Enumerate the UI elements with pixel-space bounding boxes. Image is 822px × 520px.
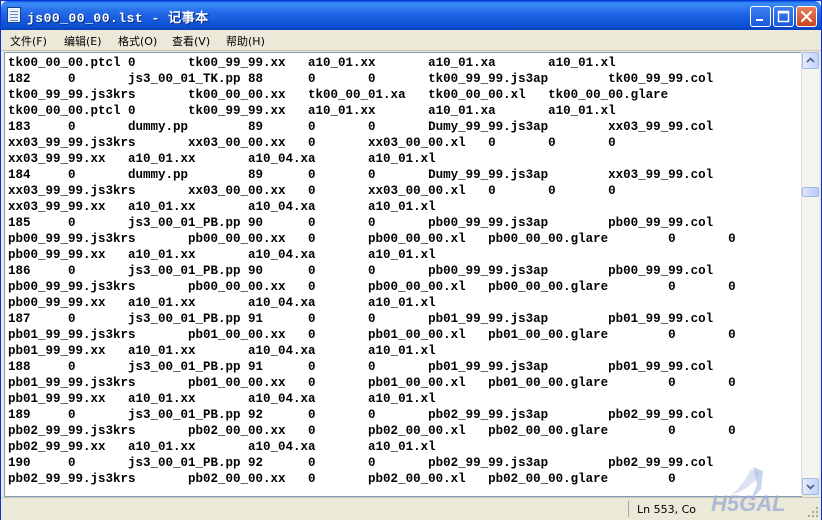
svg-text:H5GAL: H5GAL: [711, 491, 786, 516]
close-button[interactable]: [796, 6, 817, 27]
text-line: pb01_99_99.js3krs pb01_00_00.xx 0 pb01_0…: [8, 376, 736, 390]
text-line: xx03_99_99.xx a10_01.xx a10_04.xa a10_01…: [8, 200, 436, 214]
text-line: 188 0 js3_00_01_PB.pp 91 0 0 pb01_99_99.…: [8, 360, 714, 374]
minimize-icon: [756, 19, 763, 21]
text-line: pb02_99_99.xx a10_01.xx a10_04.xa a10_01…: [8, 440, 436, 454]
status-separator: [628, 501, 629, 517]
menu-edit[interactable]: 编辑(E): [64, 33, 102, 49]
maximize-icon: [777, 10, 790, 23]
scroll-down-arrow-icon: [806, 484, 815, 490]
notepad-icon[interactable]: [7, 7, 21, 23]
menu-help[interactable]: 帮助(H): [226, 33, 265, 49]
text-line: 189 0 js3_00_01_PB.pp 92 0 0 pb02_99_99.…: [8, 408, 714, 422]
text-line: 184 0 dummy.pp 89 0 0 Dumy_99_99.js3ap x…: [8, 168, 714, 182]
text-line: xx03_99_99.js3krs xx03_00_00.xx 0 xx03_0…: [8, 184, 616, 198]
text-line: pb00_99_99.js3krs pb00_00_00.xx 0 pb00_0…: [8, 232, 736, 246]
text-line: pb01_99_99.xx a10_01.xx a10_04.xa a10_01…: [8, 392, 436, 406]
window-title: js00_00_00.lst - 记事本: [27, 11, 209, 26]
text-line: tk00_00_00.ptcl 0 tk00_99_99.xx a10_01.x…: [8, 104, 616, 118]
text-line: pb00_99_99.xx a10_01.xx a10_04.xa a10_01…: [8, 296, 436, 310]
text-editor[interactable]: tk00_00_00.ptcl 0 tk00_99_99.xx a10_01.x…: [4, 52, 802, 497]
text-line: 190 0 js3_00_01_PB.pp 92 0 0 pb02_99_99.…: [8, 456, 714, 470]
text-line: pb01_99_99.js3krs pb01_00_00.xx 0 pb01_0…: [8, 328, 736, 342]
text-line: xx03_99_99.xx a10_01.xx a10_04.xa a10_01…: [8, 152, 436, 166]
close-icon: [800, 10, 813, 23]
menu-bar: 文件(F) 编辑(E) 格式(O) 查看(V) 帮助(H): [1, 30, 821, 51]
text-line: pb01_99_99.xx a10_01.xx a10_04.xa a10_01…: [8, 344, 436, 358]
minimize-button[interactable]: [750, 6, 771, 27]
text-line: 187 0 js3_00_01_PB.pp 91 0 0 pb01_99_99.…: [8, 312, 714, 326]
scroll-up-button[interactable]: [802, 52, 819, 69]
watermark-logo: H5GAL: [711, 467, 786, 516]
menu-file[interactable]: 文件(F): [10, 33, 47, 49]
text-line: pb00_99_99.js3krs pb00_00_00.xx 0 pb00_0…: [8, 280, 736, 294]
text-line: xx03_99_99.js3krs xx03_00_00.xx 0 xx03_0…: [8, 136, 616, 150]
text-line: pb00_99_99.xx a10_01.xx a10_04.xa a10_01…: [8, 248, 436, 262]
text-line: pb02_99_99.js3krs pb02_00_00.xx 0 pb02_0…: [8, 472, 676, 486]
menu-format[interactable]: 格式(O): [118, 33, 157, 49]
text-line: tk00_99_99.js3krs tk00_00_00.xx tk00_00_…: [8, 88, 669, 102]
text-line: pb02_99_99.js3krs pb02_00_00.xx 0 pb02_0…: [8, 424, 736, 438]
vertical-scrollbar[interactable]: [801, 52, 819, 495]
text-line: 182 0 js3_00_01_TK.pp 88 0 0 tk00_99_99.…: [8, 72, 714, 86]
scroll-down-button[interactable]: [802, 478, 819, 495]
scroll-up-arrow-icon: [806, 57, 815, 63]
resize-grip-icon[interactable]: [807, 506, 819, 518]
maximize-button[interactable]: [773, 6, 794, 27]
menu-view[interactable]: 查看(V): [172, 33, 210, 49]
scroll-thumb[interactable]: [802, 187, 819, 197]
text-line: tk00_00_00.ptcl 0 tk00_99_99.xx a10_01.x…: [8, 56, 616, 70]
notepad-window: js00_00_00.lst - 记事本 文件(F) 编辑(E) 格式(O) 查…: [0, 0, 822, 520]
text-line: 185 0 js3_00_01_PB.pp 90 0 0 pb00_99_99.…: [8, 216, 714, 230]
text-line: 183 0 dummy.pp 89 0 0 Dumy_99_99.js3ap x…: [8, 120, 714, 134]
text-line: 186 0 js3_00_01_PB.pp 90 0 0 pb00_99_99.…: [8, 264, 714, 278]
title-bar[interactable]: js00_00_00.lst - 记事本: [1, 1, 821, 30]
cursor-position: Ln 553, Co: [637, 503, 696, 516]
